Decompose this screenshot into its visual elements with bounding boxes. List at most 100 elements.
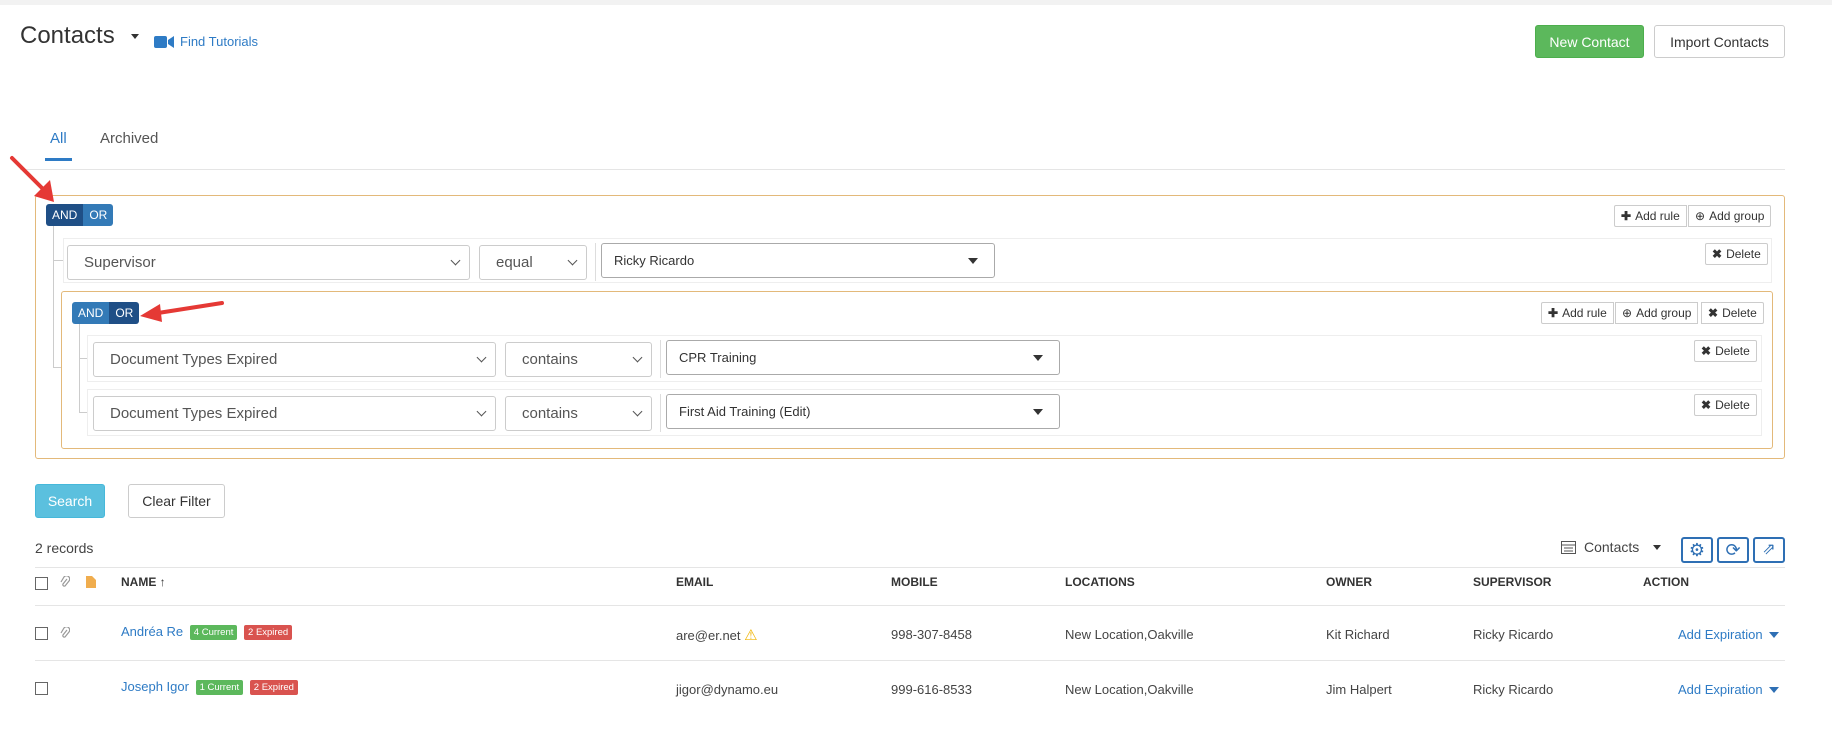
add-expiration-action[interactable]: Add Expiration [1678, 682, 1779, 697]
plus-icon: ✚ [1548, 306, 1559, 320]
contact-name-link[interactable]: Andréa Re [121, 624, 183, 639]
nested-rule-1-delete-label: Delete [1715, 344, 1750, 358]
caret-down-icon[interactable] [1768, 686, 1779, 693]
chevron-down-icon [567, 255, 578, 266]
contact-email: jigor@dynamo.eu [676, 682, 779, 697]
root-rule-delete-button[interactable]: ✖ Delete [1705, 243, 1768, 265]
contact-owner: Kit Richard [1326, 627, 1390, 642]
nested-rule-1-value: CPR Training [679, 350, 757, 365]
root-rule-value-dropdown[interactable]: Ricky Ricardo [601, 243, 995, 278]
caret-down-icon[interactable] [1768, 631, 1779, 638]
expired-docs-badge: 2 Expired [249, 680, 298, 696]
nested-rule-1-field-select[interactable]: Document Types Expired [93, 342, 496, 377]
root-tree-line [53, 226, 54, 368]
row-checkbox[interactable] [35, 682, 48, 695]
add-expiration-label[interactable]: Add Expiration [1678, 682, 1763, 697]
nested-rule-1-delete-button[interactable]: ✖ Delete [1694, 340, 1757, 362]
caret-down-icon [968, 257, 978, 264]
column-header-action: ACTION [1643, 575, 1689, 589]
export-button[interactable]: ⇗ [1753, 537, 1785, 563]
nested-rule-2-delete-label: Delete [1715, 398, 1750, 412]
clear-filter-button[interactable]: Clear Filter [128, 484, 225, 518]
column-header-supervisor[interactable]: SUPERVISOR [1473, 575, 1551, 589]
nested-tree-line [79, 324, 80, 412]
add-expiration-action[interactable]: Add Expiration [1678, 627, 1779, 642]
nested-rule-2-field-select[interactable]: Document Types Expired [93, 396, 496, 431]
root-rule-operator-select[interactable]: equal [479, 245, 587, 280]
import-contacts-button[interactable]: Import Contacts [1654, 25, 1785, 58]
contact-email: are@er.net [676, 628, 741, 643]
nested-rule-2-value-dropdown[interactable]: First Aid Training (Edit) [666, 394, 1060, 429]
chevron-down-icon [476, 406, 487, 417]
close-icon: ✖ [1708, 306, 1719, 320]
column-header-name[interactable]: NAME ↑ [121, 575, 166, 589]
video-camera-icon [154, 35, 174, 48]
root-add-group-button[interactable]: ⊕ Add group [1688, 205, 1772, 227]
nested-rule-2-delete-button[interactable]: ✖ Delete [1694, 394, 1757, 416]
root-or-button[interactable]: OR [83, 204, 114, 226]
document-icon [86, 576, 96, 588]
plus-circle-icon: ⊕ [1695, 209, 1706, 223]
page-title[interactable]: Contacts [20, 22, 140, 50]
tab-archived[interactable]: Archived [100, 130, 158, 147]
contact-locations: New Location,Oakville [1065, 682, 1194, 697]
nested-delete-label: Delete [1722, 306, 1757, 320]
view-selector[interactable]: Contacts [1561, 539, 1662, 555]
row-checkbox[interactable] [35, 627, 48, 640]
contact-supervisor: Ricky Ricardo [1473, 627, 1554, 642]
settings-button[interactable]: ⚙ [1681, 537, 1713, 563]
find-tutorials-link[interactable]: Find Tutorials [154, 34, 258, 49]
table-row-name-cell: Joseph Igor 1 Current 2 Expired [121, 679, 298, 696]
nested-rule-1-operator-select[interactable]: contains [505, 342, 652, 377]
nested-add-rule-button[interactable]: ✚ Add rule [1541, 302, 1614, 324]
caret-down-icon [1033, 354, 1043, 361]
gear-icon: ⚙ [1688, 540, 1706, 560]
nested-rule-1-value-dropdown[interactable]: CPR Training [666, 340, 1060, 375]
column-header-owner[interactable]: OWNER [1326, 575, 1372, 589]
table-row-name-cell: Andréa Re 4 Current 2 Expired [121, 624, 293, 641]
refresh-icon: ⟳ [1725, 540, 1741, 560]
view-selector-label: Contacts [1584, 539, 1640, 555]
root-add-rule-button[interactable]: ✚ Add rule [1614, 205, 1687, 227]
select-all-checkbox[interactable] [35, 577, 48, 590]
new-contact-button[interactable]: New Contact [1535, 25, 1644, 58]
column-header-locations[interactable]: LOCATIONS [1065, 575, 1135, 589]
close-icon: ✖ [1701, 344, 1712, 358]
refresh-button[interactable]: ⟳ [1717, 537, 1749, 563]
find-tutorials-label: Find Tutorials [180, 34, 259, 49]
nested-rule-2-operator-select[interactable]: contains [505, 396, 652, 431]
root-add-group-label: Add group [1709, 209, 1765, 223]
expired-docs-badge: 2 Expired [244, 625, 293, 641]
contact-mobile: 999-616-8533 [891, 682, 972, 697]
column-header-mobile[interactable]: MOBILE [891, 575, 938, 589]
nested-rule-1-operator-value: contains [522, 351, 578, 368]
contact-mobile: 998-307-8458 [891, 627, 972, 642]
nested-delete-button[interactable]: ✖ Delete [1701, 302, 1764, 324]
current-docs-badge: 1 Current [195, 680, 244, 696]
top-strip [0, 0, 1832, 5]
contact-owner: Jim Halpert [1326, 682, 1392, 697]
chevron-down-icon [476, 352, 487, 363]
table-header-top-border [35, 567, 1785, 568]
title-caret-icon[interactable] [131, 34, 140, 40]
nested-or-button[interactable]: OR [109, 302, 140, 324]
nested-rule-1-separator [660, 340, 661, 378]
nested-rule-2-operator-value: contains [522, 405, 578, 422]
nested-add-group-label: Add group [1636, 306, 1692, 320]
root-rule-operator-value: equal [496, 254, 533, 271]
current-docs-badge: 4 Current [189, 625, 238, 641]
search-button[interactable]: Search [35, 484, 105, 518]
contact-name-link[interactable]: Joseph Igor [121, 679, 189, 694]
tab-all[interactable]: All [50, 130, 67, 147]
chevron-down-icon [632, 406, 643, 417]
page-title-text: Contacts [20, 22, 115, 49]
root-rule-field-select[interactable]: Supervisor [67, 245, 470, 280]
nested-and-button[interactable]: AND [72, 302, 110, 324]
nested-add-group-button[interactable]: ⊕ Add group [1615, 302, 1699, 324]
column-header-email[interactable]: EMAIL [676, 575, 713, 589]
add-expiration-label[interactable]: Add Expiration [1678, 627, 1763, 642]
table-row-email-cell: are@er.net ⚠ [676, 626, 758, 644]
nested-rule-1-field-value: Document Types Expired [110, 351, 278, 368]
table-header-bottom-border [35, 605, 1785, 606]
paperclip-icon [60, 576, 70, 587]
